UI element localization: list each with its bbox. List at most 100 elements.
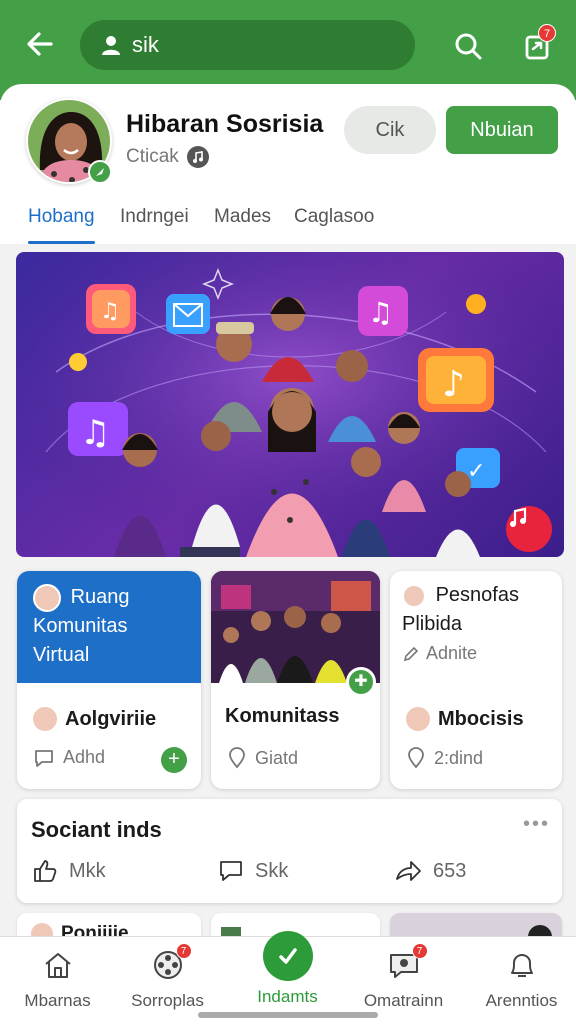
search-icon <box>455 33 482 60</box>
card-location-action[interactable]: 2:dind <box>406 747 483 769</box>
join-badge-icon[interactable]: ✚ <box>346 667 376 697</box>
card-subtitle: Adnite <box>402 643 550 664</box>
banner-illustration: ♫ ♫ ♪ ♫ ✓ <box>16 252 564 557</box>
nav-label: Indamts <box>257 987 318 1006</box>
bottom-navigation: Mbarnas 7 Sorroplas Indamts 7 Omatrainn … <box>0 931 576 1024</box>
card-photo <box>211 571 380 683</box>
nav-label: Arenntios <box>485 991 558 1010</box>
card-image: ✚ <box>211 571 380 697</box>
location-pin-icon <box>408 747 424 769</box>
community-card-2[interactable]: ✚ Komunitass Giatd <box>211 571 380 789</box>
card-header: Ruang Komunitas Virtual <box>17 571 201 683</box>
card-location-action[interactable]: Giatd <box>227 747 298 769</box>
profile-header: Hibaran Sosrisia Cticak Cik Nbuian Hoban… <box>0 84 576 244</box>
card-author: Komunitass <box>225 705 339 728</box>
card-comment-action[interactable]: Adhd <box>33 747 105 768</box>
card-header: Pesnofas Plibida Adnite <box>390 571 562 674</box>
location-pin-icon <box>229 747 245 769</box>
home-icon <box>38 947 78 983</box>
svg-text:♫: ♫ <box>100 299 120 324</box>
social-stats-card: Sociant inds ••• Mkk Skk 653 <box>17 799 562 903</box>
primary-button[interactable]: Nbuian <box>446 106 558 154</box>
profile-subtitle-text: Cticak <box>126 146 179 167</box>
tab-0[interactable]: Hobang <box>28 206 95 244</box>
svg-text:♫: ♫ <box>80 413 110 453</box>
profile-subtitle: Cticak <box>126 146 209 168</box>
check-icon <box>262 931 313 981</box>
verified-badge-icon <box>88 160 112 184</box>
share-button[interactable]: 7 <box>516 24 560 68</box>
card-subtitle-text: Adnite <box>426 643 478 663</box>
notification-badge: 7 <box>538 24 556 42</box>
nav-label: Omatrainn <box>363 991 444 1010</box>
chat-icon: 7 <box>384 943 428 983</box>
nav-item-3[interactable]: 7 Omatrainn <box>346 937 461 1017</box>
search-input[interactable] <box>132 32 372 58</box>
nav-label: Mbarnas <box>24 991 91 1010</box>
svg-text:♪: ♪ <box>442 364 465 405</box>
avatar <box>31 705 59 733</box>
avatar <box>402 583 426 608</box>
arrow-left-icon <box>27 32 53 56</box>
nav-item-4[interactable]: Arenntios <box>464 937 576 1017</box>
profile-tabs: Hobang Indrngei Mades Caglasoo <box>0 202 576 244</box>
card-action-label: Adhd <box>63 747 106 767</box>
card-action-label: 2:dind <box>434 747 484 768</box>
card-author: Aolgviriie <box>31 705 156 733</box>
music-note-icon <box>186 146 209 168</box>
secondary-button[interactable]: Cik <box>344 106 436 154</box>
card-title: Pesnofas Plibida <box>402 581 550 639</box>
social-title: Sociant inds <box>31 817 162 842</box>
comment-icon <box>35 749 53 767</box>
svg-text:♫: ♫ <box>368 296 393 329</box>
nav-item-2[interactable]: Indamts <box>230 931 345 1017</box>
search-button[interactable] <box>446 24 490 68</box>
tab-1[interactable]: Indrngei <box>120 206 189 244</box>
comment-icon <box>220 861 242 881</box>
card-action-label: Giatd <box>255 747 299 768</box>
mail-tile-icon <box>166 294 210 334</box>
music-tile-icon-4: ♫ <box>68 402 128 456</box>
comment-action[interactable]: Skk <box>217 857 288 885</box>
comment-count: Skk <box>255 859 289 882</box>
featured-banner[interactable]: ♫ ♫ ♪ ♫ ✓ <box>16 252 564 557</box>
profile-avatar[interactable] <box>26 98 112 184</box>
back-button[interactable] <box>18 22 62 66</box>
nav-badge: 7 <box>175 943 192 959</box>
play-music-button[interactable] <box>506 506 552 552</box>
nav-item-0[interactable]: Mbarnas <box>0 937 115 1017</box>
home-indicator[interactable] <box>198 1012 378 1018</box>
card-author-name: Komunitass <box>225 705 340 727</box>
bell-icon <box>502 947 542 983</box>
like-count: Mkk <box>69 859 106 882</box>
share-count: 653 <box>433 859 467 882</box>
like-action[interactable]: Mkk <box>31 857 106 885</box>
edit-icon <box>403 646 419 661</box>
tab-3[interactable]: Caglasoo <box>294 206 374 244</box>
search-field[interactable] <box>80 20 415 70</box>
music-tile-icon-2: ♫ <box>358 286 408 336</box>
like-icon <box>34 860 57 882</box>
profile-name: Hibaran Sosrisia <box>126 110 324 138</box>
add-button[interactable]: + <box>161 747 187 773</box>
nav-label: Sorroplas <box>131 991 204 1010</box>
music-note-icon <box>510 507 527 527</box>
music-tile-icon-3: ♪ <box>418 348 494 412</box>
nav-badge: 7 <box>411 943 428 959</box>
person-icon <box>102 36 120 55</box>
community-card-1[interactable]: Ruang Komunitas Virtual Aolgviriie Adhd … <box>17 571 201 789</box>
card-author: Mbocisis <box>404 705 524 733</box>
more-options-button[interactable]: ••• <box>523 813 550 836</box>
card-author-name: Aolgviriie <box>65 707 157 730</box>
nav-item-1[interactable]: 7 Sorroplas <box>110 937 225 1017</box>
tab-2[interactable]: Mades <box>214 206 271 244</box>
community-card-3[interactable]: Pesnofas Plibida Adnite Mbocisis 2:dind <box>390 571 562 789</box>
card-author-name: Mbocisis <box>438 707 524 730</box>
card-title: Ruang Komunitas Virtual <box>33 583 185 670</box>
share-arrow-icon <box>396 861 421 881</box>
music-tile-icon: ♫ <box>86 284 136 334</box>
avatar <box>404 705 432 733</box>
film-reel-icon: 7 <box>148 943 192 983</box>
avatar <box>33 583 61 612</box>
share-action[interactable]: 653 <box>393 857 466 885</box>
